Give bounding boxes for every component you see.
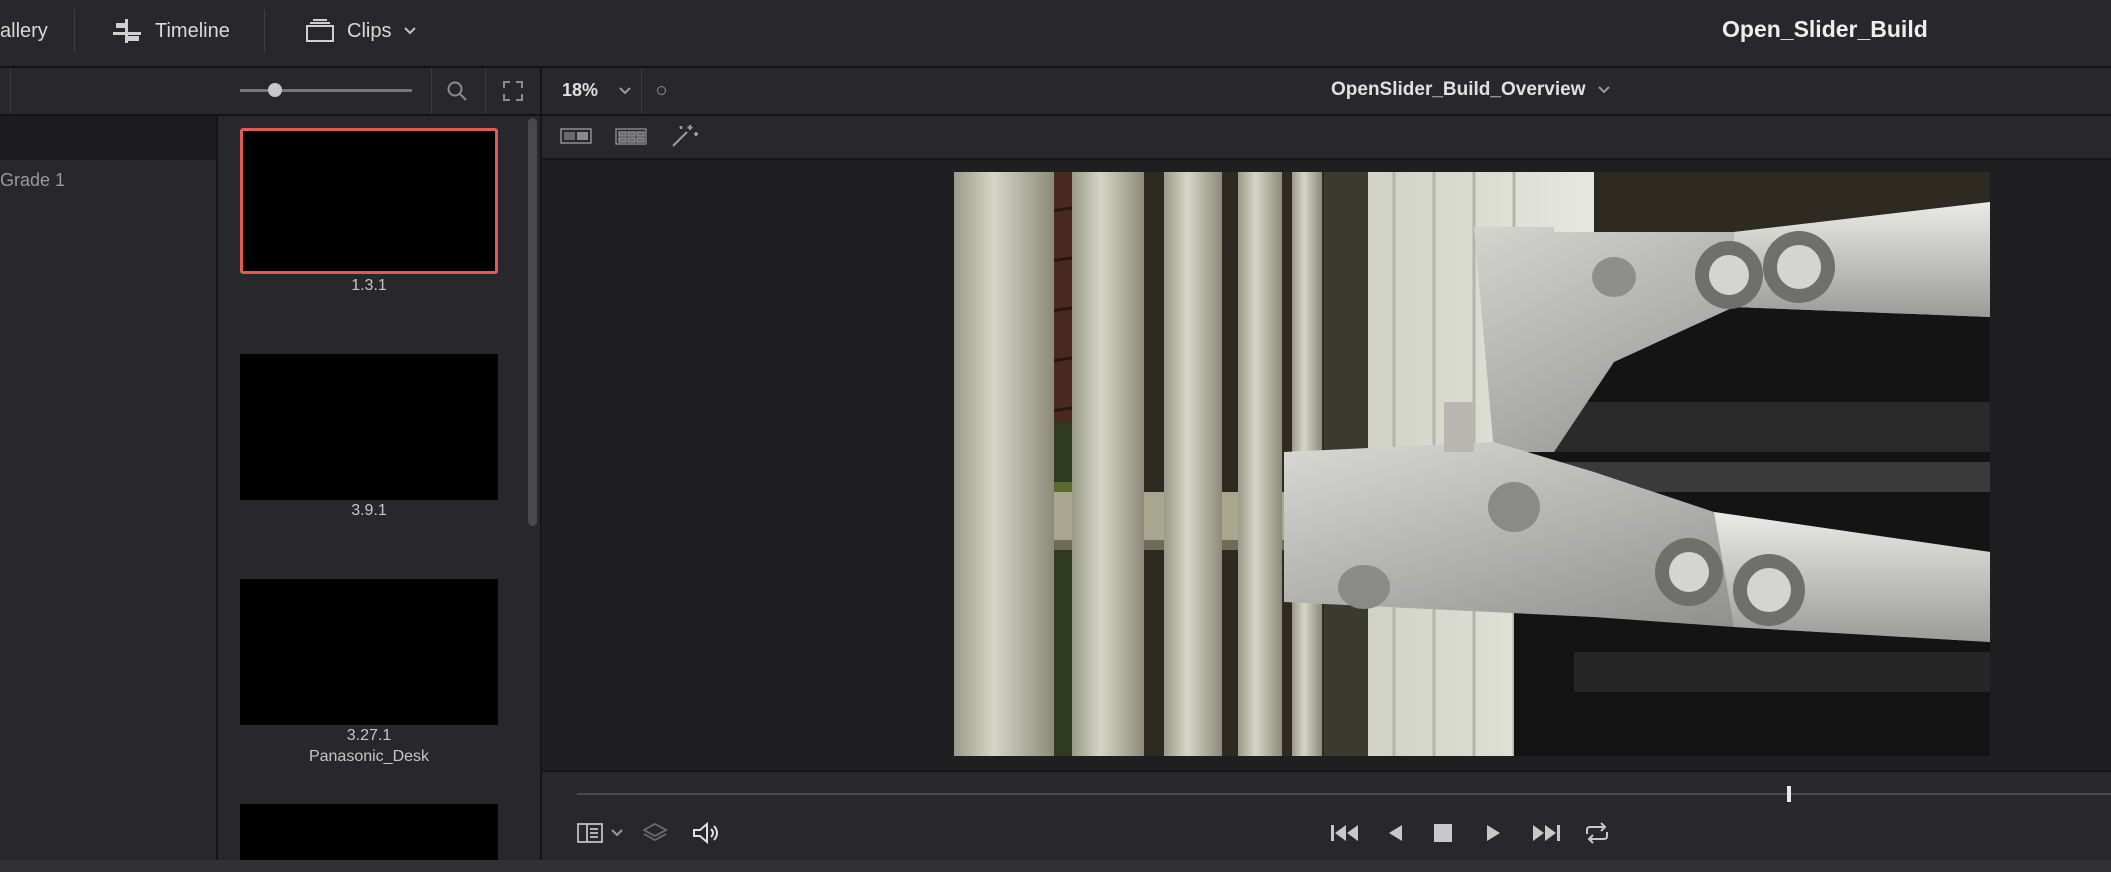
viewer-mode-select[interactable] xyxy=(576,822,624,844)
split-view-icon[interactable] xyxy=(560,125,592,147)
node-panel xyxy=(0,116,218,860)
grid-view-icon[interactable] xyxy=(614,125,648,147)
magic-wand-icon[interactable] xyxy=(670,123,700,149)
timeline-button[interactable]: Timeline xyxy=(111,0,230,62)
viewer-toolbar xyxy=(542,116,2111,160)
toolbar-divider xyxy=(264,9,265,53)
clip-label: 1.3.1 xyxy=(351,277,387,294)
clip-label: 3.9.1 xyxy=(351,502,387,519)
video-frame[interactable] xyxy=(954,172,1990,756)
sub-toolbar: 18% OpenSlider_Build_Overview xyxy=(0,68,2111,116)
clips-label: Clips xyxy=(347,19,392,42)
play-icon[interactable] xyxy=(1483,822,1505,844)
volume-icon[interactable] xyxy=(691,821,721,845)
status-dot-icon xyxy=(657,86,666,95)
video-frame-image xyxy=(954,172,1990,756)
expand-icon[interactable] xyxy=(500,78,526,104)
stop-icon[interactable] xyxy=(1433,823,1453,843)
clip-label: 3.27.1 xyxy=(346,727,392,744)
top-toolbar: allery Timeline Clips Open_Slider_Build xyxy=(0,0,2111,68)
toolbar-divider xyxy=(74,9,75,53)
clips-button[interactable]: Clips xyxy=(305,0,417,62)
clip-thumbnail[interactable] xyxy=(240,804,498,860)
bottom-status-strip xyxy=(0,860,2111,872)
panel-divider xyxy=(540,68,542,114)
transport-bar xyxy=(542,770,2111,862)
viewer-mode-icon xyxy=(576,822,604,844)
layers-icon[interactable] xyxy=(642,821,668,845)
clips-icon xyxy=(305,19,335,43)
skip-to-end-icon[interactable] xyxy=(1530,822,1562,844)
skip-to-start-icon[interactable] xyxy=(1329,822,1361,844)
gallery-button[interactable]: allery xyxy=(0,0,48,62)
timeline-name: OpenSlider_Build_Overview xyxy=(1331,79,1586,100)
chevron-down-icon xyxy=(1597,85,1611,95)
timeline-scrubber[interactable] xyxy=(577,793,2111,795)
chevron-down-icon xyxy=(403,26,417,36)
thumbnail-scrollbar[interactable] xyxy=(528,118,537,526)
panel-divider xyxy=(641,68,642,114)
timeline-select[interactable]: OpenSlider_Build_Overview xyxy=(1331,79,1611,101)
loop-icon[interactable] xyxy=(1583,821,1611,845)
panel-divider xyxy=(431,68,432,114)
gallery-label: allery xyxy=(0,19,48,42)
panel-divider xyxy=(10,68,11,114)
chevron-down-icon xyxy=(618,86,632,96)
clip-thumbnail[interactable] xyxy=(240,579,498,725)
clip-thumbnail-selected[interactable] xyxy=(240,128,498,274)
slider-handle[interactable] xyxy=(268,83,282,97)
panel-divider xyxy=(485,68,486,114)
clip-thumbnail[interactable] xyxy=(240,354,498,500)
chevron-down-icon xyxy=(610,828,624,838)
timeline-icon xyxy=(111,18,143,44)
node-panel-header xyxy=(0,116,216,160)
zoom-value: 18% xyxy=(562,80,599,100)
timeline-label: Timeline xyxy=(155,19,230,42)
thumbnail-size-slider[interactable] xyxy=(240,89,412,92)
grade-list-item[interactable]: Grade 1 xyxy=(0,170,65,191)
step-back-icon[interactable] xyxy=(1384,822,1406,844)
search-icon[interactable] xyxy=(444,78,470,104)
playhead[interactable] xyxy=(1786,786,1791,802)
zoom-select[interactable]: 18% xyxy=(562,80,632,101)
clip-sublabel: Panasonic_Desk xyxy=(308,748,430,765)
project-title: Open_Slider_Build xyxy=(1722,16,1928,42)
